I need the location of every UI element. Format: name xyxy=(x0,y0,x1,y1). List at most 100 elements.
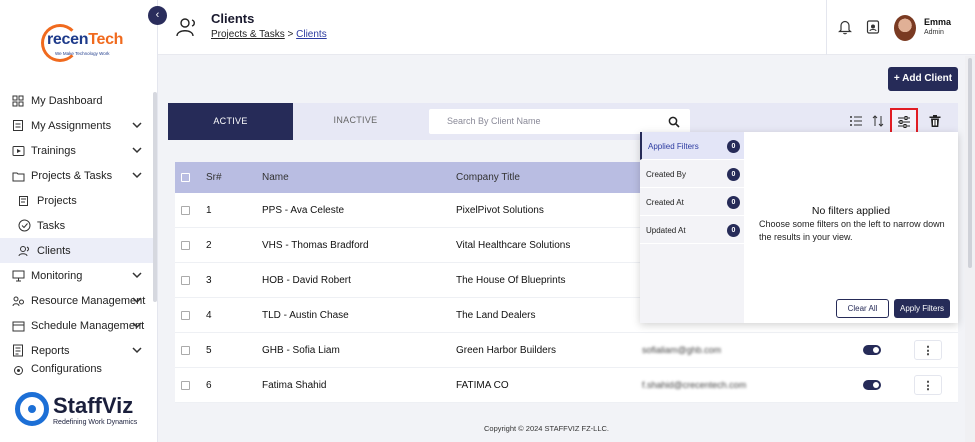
search-icon[interactable] xyxy=(668,115,680,128)
row-sr: 2 xyxy=(206,239,212,251)
row-sr: 4 xyxy=(206,309,212,321)
kebab-menu-icon: ⋮ xyxy=(922,379,934,392)
filter-count-badge: 0 xyxy=(727,140,740,153)
staffviz-tagline: Redefining Work Dynamics xyxy=(53,419,138,426)
filter-toggle-button[interactable] xyxy=(890,108,918,135)
breadcrumb-separator: > xyxy=(287,29,294,40)
chevron-down-icon[interactable] xyxy=(130,143,144,157)
sidebar-item-label: Monitoring xyxy=(31,269,83,282)
breadcrumb-clients[interactable]: Clients xyxy=(296,29,327,40)
company-logo: recenTech We Make Technology Work xyxy=(41,22,123,64)
user-name: Emma xyxy=(924,17,952,27)
staffviz-mark-icon xyxy=(15,392,49,426)
row-checkbox[interactable] xyxy=(181,205,190,215)
sidebar-item-projects-tasks[interactable]: Projects & Tasks xyxy=(0,163,153,188)
dashboard-icon xyxy=(11,94,25,108)
clients-header-icon xyxy=(175,16,201,38)
sidebar-nav: My Dashboard My Assignments Trainings Pr… xyxy=(0,88,153,375)
logo-tagline: We Make Technology Work xyxy=(55,51,110,56)
chevron-down-icon[interactable] xyxy=(130,318,144,332)
add-client-button[interactable]: + Add Client xyxy=(888,67,958,91)
breadcrumb-projects-tasks[interactable]: Projects & Tasks xyxy=(211,29,285,40)
row-actions-button[interactable]: ⋮ xyxy=(914,340,942,360)
filter-created-at[interactable]: Created At 0 xyxy=(640,188,744,216)
clear-all-button[interactable]: Clear All xyxy=(836,299,889,318)
row-checkbox[interactable] xyxy=(181,380,190,390)
sidebar-item-trainings[interactable]: Trainings xyxy=(0,138,153,163)
filter-panel: Applied Filters 0 Created By 0 Created A… xyxy=(640,132,958,323)
chevron-down-icon[interactable] xyxy=(130,118,144,132)
sidebar-item-schedule-management[interactable]: Schedule Management xyxy=(0,313,153,338)
row-actions-button[interactable]: ⋮ xyxy=(914,375,942,395)
sidebar-item-label: Tasks xyxy=(37,219,66,232)
sidebar-scrollbar[interactable] xyxy=(153,92,157,302)
row-checkbox[interactable] xyxy=(181,275,190,285)
filter-count-badge: 0 xyxy=(727,196,740,209)
header-company: Company Title xyxy=(456,172,520,183)
sort-icon[interactable] xyxy=(871,114,885,128)
page-scrollbar[interactable] xyxy=(965,56,975,442)
chevron-down-icon[interactable] xyxy=(130,168,144,182)
assignments-icon xyxy=(11,119,25,133)
resource-icon xyxy=(11,294,25,308)
row-checkbox[interactable] xyxy=(181,310,190,320)
filter-label: Applied Filters xyxy=(648,142,699,151)
status-toggle[interactable] xyxy=(863,380,881,390)
avatar[interactable] xyxy=(894,15,916,41)
sliders-icon xyxy=(898,116,910,128)
trash-icon[interactable] xyxy=(928,114,942,128)
chevron-down-icon[interactable] xyxy=(130,268,144,282)
no-filters-text: Choose some filters on the left to narro… xyxy=(759,219,945,242)
filter-label: Created At xyxy=(646,198,684,207)
projects-tasks-icon xyxy=(11,169,25,183)
tasks-icon xyxy=(17,219,31,233)
sidebar-item-projects[interactable]: Projects xyxy=(0,188,153,213)
status-toggle[interactable] xyxy=(863,345,881,355)
row-email: f.shahid@crecentech.com xyxy=(642,380,747,390)
header-divider xyxy=(826,0,827,55)
table-row[interactable]: 5 GHB - Sofia Liam Green Harbor Builders… xyxy=(175,333,958,368)
sidebar: recenTech We Make Technology Work My Das… xyxy=(0,0,158,442)
kebab-menu-icon: ⋮ xyxy=(922,344,934,357)
sidebar-item-label: Projects xyxy=(37,194,77,207)
row-checkbox[interactable] xyxy=(181,345,190,355)
filter-updated-at[interactable]: Updated At 0 xyxy=(640,216,744,244)
schedule-icon xyxy=(11,319,25,333)
sidebar-item-my-dashboard[interactable]: My Dashboard xyxy=(0,88,153,113)
row-sr: 6 xyxy=(206,379,212,391)
collapse-sidebar-button[interactable]: ‹ xyxy=(148,6,167,25)
sidebar-item-my-assignments[interactable]: My Assignments xyxy=(0,113,153,138)
tab-active[interactable]: ACTIVE xyxy=(168,103,293,140)
sidebar-item-reports[interactable]: Reports xyxy=(0,338,153,363)
header-sr: Sr# xyxy=(206,172,222,183)
sidebar-item-monitoring[interactable]: Monitoring xyxy=(0,263,153,288)
filter-count-badge: 0 xyxy=(727,224,740,237)
sidebar-item-label: Schedule Management xyxy=(31,319,145,332)
sidebar-item-label: My Dashboard xyxy=(31,94,103,107)
sidebar-item-tasks[interactable]: Tasks xyxy=(0,213,153,238)
row-company: The Land Dealers xyxy=(456,309,536,321)
list-view-icon[interactable] xyxy=(849,114,863,128)
filter-created-by[interactable]: Created By 0 xyxy=(640,160,744,188)
bell-icon[interactable] xyxy=(838,19,852,35)
tab-inactive[interactable]: INACTIVE xyxy=(293,103,418,140)
sidebar-item-clients[interactable]: Clients xyxy=(0,238,153,263)
sidebar-item-label: Resource Management xyxy=(31,294,146,307)
sidebar-item-configurations[interactable]: Configurations xyxy=(0,363,153,375)
sidebar-item-resource-management[interactable]: Resource Management xyxy=(0,288,153,313)
row-checkbox[interactable] xyxy=(181,240,190,250)
user-role: Admin xyxy=(924,29,944,36)
id-badge-icon[interactable] xyxy=(866,19,880,35)
chevron-down-icon[interactable] xyxy=(130,293,144,307)
search-input[interactable]: Search By Client Name xyxy=(429,109,690,134)
row-company: Vital Healthcare Solutions xyxy=(456,239,571,251)
trainings-icon xyxy=(11,144,25,158)
select-all-checkbox[interactable] xyxy=(181,173,190,182)
header-name: Name xyxy=(262,172,289,183)
row-email: sofialiam@ghb.com xyxy=(642,345,722,355)
apply-filters-button[interactable]: Apply Filters xyxy=(894,299,950,318)
filter-applied-filters[interactable]: Applied Filters 0 xyxy=(640,132,744,160)
table-row[interactable]: 6 Fatima Shahid FATIMA CO f.shahid@crece… xyxy=(175,368,958,403)
filter-count-badge: 0 xyxy=(727,168,740,181)
chevron-down-icon[interactable] xyxy=(130,343,144,357)
